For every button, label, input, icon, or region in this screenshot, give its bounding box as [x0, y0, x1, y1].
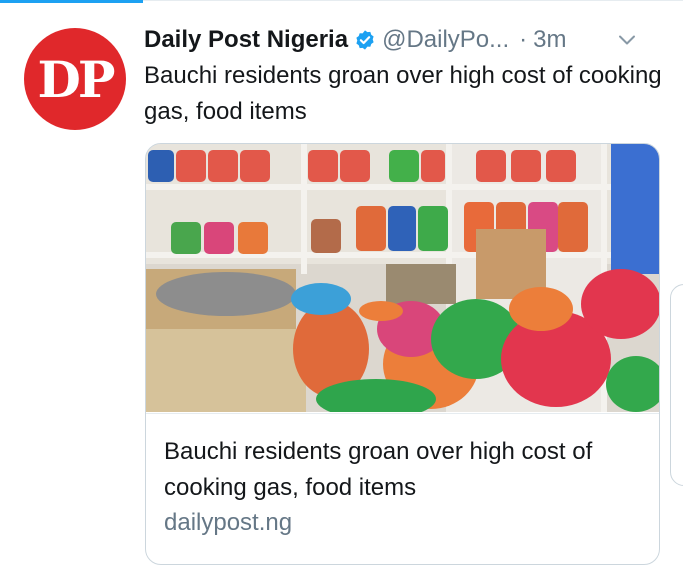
- avatar-logo-text: DP: [37, 50, 116, 109]
- author-handle[interactable]: @DailyPo...: [382, 26, 509, 54]
- chevron-down-icon[interactable]: [617, 30, 637, 50]
- card-image[interactable]: [146, 144, 659, 412]
- card-domain: dailypost.ng: [164, 509, 293, 536]
- top-divider: [143, 0, 683, 1]
- card-body[interactable]: Bauchi residents groan over high cost of…: [146, 413, 659, 564]
- author-name[interactable]: Daily Post Nigeria: [144, 26, 348, 54]
- tweet-text: Bauchi residents groan over high cost of…: [144, 62, 662, 125]
- tweet-header: Daily Post Nigeria @DailyPo... · 3m: [144, 22, 663, 58]
- adjacent-card-edge: [670, 284, 683, 486]
- time-separator: ·: [519, 26, 528, 53]
- timestamp[interactable]: 3m: [533, 26, 566, 54]
- card-title[interactable]: Bauchi residents groan over high cost of…: [164, 434, 644, 506]
- top-tab-indicator: [0, 0, 143, 3]
- link-preview-card[interactable]: Bauchi residents groan over high cost of…: [145, 143, 660, 565]
- verified-badge-icon: [354, 29, 376, 51]
- avatar[interactable]: DP: [24, 28, 126, 130]
